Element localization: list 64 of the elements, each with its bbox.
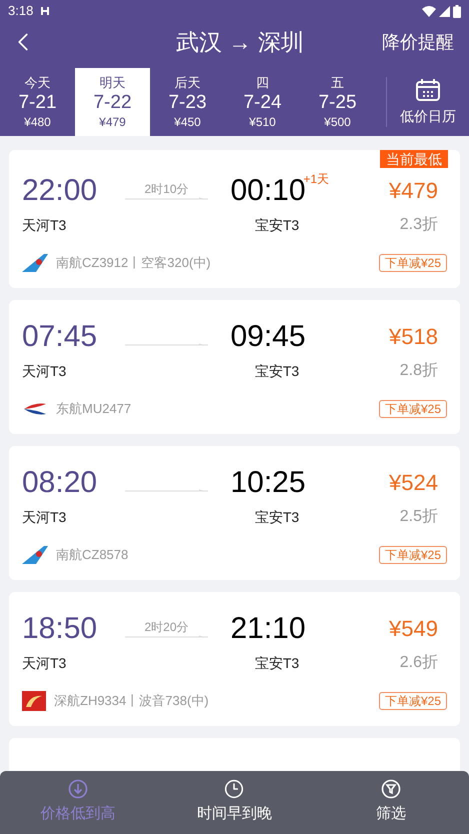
discount-label: 2.5折 — [398, 507, 439, 527]
flight-card[interactable]: 08:20 10:25 ¥524 天河T3 宝安T3 2.5折 南航CZ8578 下单减¥25 — [9, 446, 460, 580]
departure-terminal: 天河T3 — [22, 654, 68, 672]
duration-arrow-icon — [125, 634, 208, 638]
calendar-button[interactable]: 低价日历 — [387, 68, 469, 136]
departure-time: 18:50 — [22, 612, 98, 646]
clock-icon — [224, 779, 244, 800]
departure-time: 08:20 — [22, 466, 98, 500]
arrival-time: 00:10 — [230, 174, 306, 208]
discount-label: 2.3折 — [398, 215, 439, 235]
departure-terminal: 天河T3 — [22, 362, 68, 380]
departure-time: 22:00 — [22, 174, 98, 208]
discount-label: 2.6折 — [398, 653, 439, 673]
lowest-price-badge: 当前最低 — [380, 150, 448, 168]
price-alert-button[interactable]: 降价提醒 — [382, 28, 461, 56]
flight-duration: 2时20分 — [144, 620, 189, 634]
calendar-icon — [415, 78, 441, 102]
next-day-label: +1天 — [303, 171, 329, 186]
arrival-terminal: 宝安T3 — [254, 654, 300, 672]
date-tab[interactable]: 今天 7-21 ¥480 — [0, 68, 75, 136]
status-time: 3:18 — [8, 2, 34, 20]
bird-logo-icon — [22, 691, 46, 711]
promo-tag: 下单减¥25 — [378, 400, 447, 418]
duration-arrow-icon — [125, 488, 208, 492]
flight-price: ¥479 — [388, 177, 439, 205]
arrival-terminal: 宝安T3 — [254, 362, 300, 380]
promo-tag: 下单减¥25 — [378, 254, 447, 272]
departure-terminal: 天河T3 — [22, 216, 68, 234]
duration-arrow-icon — [125, 342, 208, 346]
sort-option[interactable]: 筛选 — [312, 779, 469, 826]
flight-card[interactable]: 07:45 09:45 ¥518 天河T3 宝安T3 2.8折 东航MU2477 下单减¥25 — [9, 300, 460, 434]
filter-icon — [380, 779, 401, 800]
duration-arrow-icon — [125, 196, 208, 200]
arrival-time: 09:45 — [230, 320, 306, 354]
promo-tag: 下单减¥25 — [378, 692, 447, 710]
date-tab[interactable]: 后天 7-23 ¥450 — [150, 68, 225, 136]
tail-fin-logo-icon — [22, 254, 48, 272]
flight-duration: 2时10分 — [144, 182, 189, 196]
flight-info: 南航CZ3912丨空客320(中) — [56, 254, 211, 272]
signal-icon — [439, 6, 450, 16]
departure-time: 07:45 — [22, 320, 98, 354]
flight-card[interactable]: 18:50 2时20分 21:10 ¥549 天河T3 宝安T3 2.6折 深航ZH9334丨波音738(中) 下单减¥25 — [9, 592, 460, 726]
battery-icon — [453, 4, 461, 18]
arrival-terminal: 宝安T3 — [254, 508, 300, 526]
arrival-terminal: 宝安T3 — [254, 216, 300, 234]
flight-price: ¥518 — [388, 323, 439, 351]
flight-price: ¥549 — [388, 615, 439, 643]
wifi-icon — [422, 6, 436, 16]
date-tab[interactable]: 明天 7-22 ¥479 — [75, 68, 150, 136]
arrival-time: 10:25 — [230, 466, 306, 500]
arrival-time: 21:10 — [230, 612, 306, 646]
sort-option[interactable]: 时间早到晚 — [156, 779, 313, 826]
flight-price: ¥524 — [388, 469, 439, 497]
tail-fin-logo-icon — [22, 546, 48, 564]
flight-info: 东航MU2477 — [56, 400, 132, 418]
sort-down-icon — [68, 779, 88, 800]
date-tab[interactable]: 四 7-24 ¥510 — [225, 68, 300, 136]
promo-tag: 下单减¥25 — [378, 546, 447, 564]
departure-terminal: 天河T3 — [22, 508, 68, 526]
route-title: 武汉 → 深圳 — [176, 28, 304, 57]
discount-label: 2.8折 — [398, 361, 439, 381]
date-tab[interactable]: 五 7-25 ¥500 — [300, 68, 375, 136]
flight-info: 南航CZ8578 — [56, 546, 128, 564]
flight-info: 深航ZH9334丨波音738(中) — [54, 692, 209, 710]
